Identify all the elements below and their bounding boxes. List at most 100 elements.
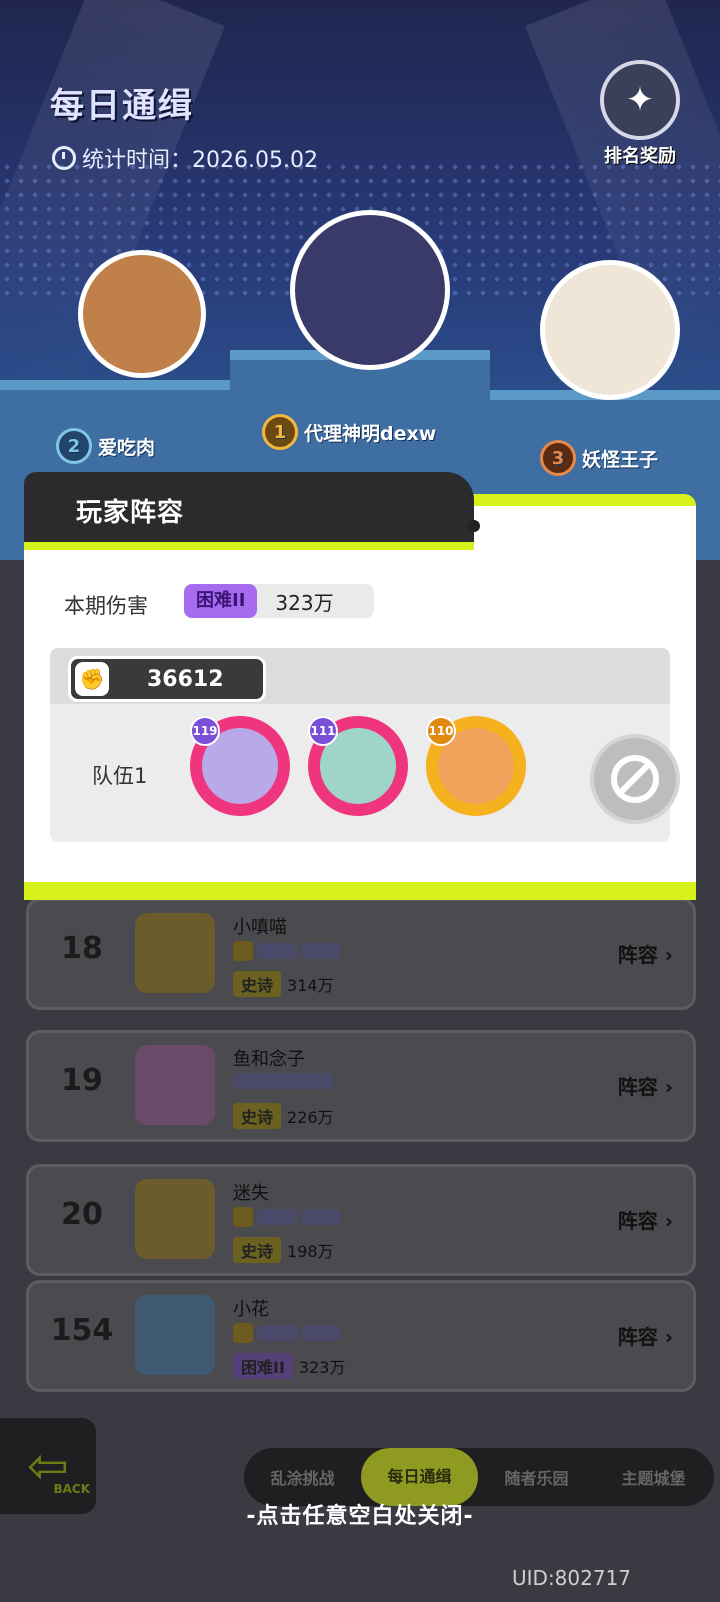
place-badge: 3: [540, 440, 576, 476]
player-avatar-second[interactable]: [78, 250, 206, 378]
tag-badge: [257, 1209, 297, 1225]
empty-hero-slot[interactable]: [590, 734, 680, 824]
damage-pill: 困难II 323万: [184, 584, 374, 618]
team-label: 队伍1: [92, 764, 148, 788]
hero-slot[interactable]: 119: [190, 716, 290, 816]
lineup-button[interactable]: 阵容 ›: [618, 1071, 673, 1100]
decor-dot: [468, 520, 480, 532]
fist-icon: ✊: [75, 662, 109, 696]
damage-label: 本期伤害: [64, 594, 148, 618]
damage-value: 198万: [287, 1242, 334, 1261]
tab-doodle-challenge[interactable]: 乱涂挑战: [244, 1465, 361, 1489]
modal-title: 玩家阵容: [76, 498, 185, 528]
difficulty-badge: 史诗: [233, 1237, 282, 1263]
difficulty-info: 史诗 314万: [233, 971, 334, 997]
rank-number: 19: [61, 1063, 103, 1098]
difficulty-info: 困难II 323万: [233, 1353, 345, 1379]
avatar[interactable]: [135, 913, 215, 993]
tag-badge: [233, 1073, 333, 1089]
podium-label-third: 3 妖怪王子: [540, 440, 658, 476]
chevron-right-icon: ›: [657, 1209, 673, 1233]
lineup-button[interactable]: 阵容 ›: [618, 1321, 673, 1350]
tab-paradise[interactable]: 随者乐园: [478, 1465, 595, 1489]
lineup-button[interactable]: 阵容 ›: [618, 939, 673, 968]
rank-number: 154: [50, 1313, 114, 1348]
place-badge: 2: [56, 428, 92, 464]
trophy-icon: ✦: [600, 60, 680, 140]
badge-row: [233, 1323, 341, 1343]
tag-badge: [257, 1325, 297, 1341]
chevron-right-icon: ›: [657, 1075, 673, 1099]
player-name: 鱼和念子: [233, 1049, 305, 1070]
avatar[interactable]: [135, 1045, 215, 1125]
chevron-right-icon: ›: [657, 943, 673, 967]
ranking-row-self[interactable]: 154 小花 困难II 323万 阵容 ›: [26, 1280, 696, 1392]
chevron-right-icon: ›: [657, 1325, 673, 1349]
hero-level: 111: [308, 716, 338, 746]
player-name: 妖怪王子: [582, 448, 659, 471]
badge-row: [233, 1207, 341, 1227]
rank-number: 18: [61, 931, 103, 966]
avatar[interactable]: [135, 1295, 215, 1375]
difficulty-badge: 史诗: [233, 971, 282, 997]
rank-reward-button[interactable]: ✦ 排名奖励: [592, 60, 688, 168]
trophy-icon: [233, 1207, 253, 1227]
trophy-icon: [233, 941, 253, 961]
podium-label-first: 1 代理神明dexw: [262, 414, 436, 450]
team-panel: ✊ 36612 队伍1 119 111 110: [50, 648, 680, 842]
tag-badge: [301, 1209, 341, 1225]
hero-slot[interactable]: 110: [426, 716, 526, 816]
power-value: 36612: [147, 666, 224, 692]
clock-icon: [52, 146, 76, 170]
player-avatar-first[interactable]: [290, 210, 450, 370]
close-hint[interactable]: -点击任意空白处关闭-: [0, 1498, 720, 1530]
power-badge: ✊ 36612: [68, 656, 266, 702]
damage-value: 226万: [287, 1108, 334, 1127]
badge-row: [233, 1073, 333, 1089]
difficulty-badge: 困难II: [233, 1353, 293, 1379]
lineup-label: 阵容: [617, 1209, 658, 1233]
stat-time-label: 统计时间：2026.05.02: [82, 148, 318, 173]
tag-badge: [301, 1325, 341, 1341]
lineup-label: 阵容: [617, 1325, 658, 1349]
player-name: 小花: [233, 1299, 269, 1320]
hero-slot[interactable]: 111: [308, 716, 408, 816]
rank-number: 20: [61, 1197, 103, 1232]
back-label: BACK: [53, 1482, 90, 1496]
player-name: 爱吃肉: [98, 436, 156, 459]
ranking-row[interactable]: 19 鱼和念子 史诗 226万 阵容 ›: [26, 1030, 696, 1142]
place-badge: 1: [262, 414, 298, 450]
badge-row: [233, 941, 341, 961]
tab-theme-castle[interactable]: 主题城堡: [595, 1465, 712, 1489]
rank-reward-label: 排名奖励: [604, 146, 676, 167]
hero-level: 110: [426, 716, 456, 746]
ban-icon: [611, 755, 659, 803]
damage-value: 323万: [275, 590, 334, 615]
lineup-label: 阵容: [617, 943, 658, 967]
page-title: 每日通缉: [50, 86, 194, 126]
lineup-label: 阵容: [617, 1075, 658, 1099]
player-name: 迷失: [233, 1183, 269, 1204]
difficulty-info: 史诗 198万: [233, 1237, 334, 1263]
lineup-button[interactable]: 阵容 ›: [618, 1205, 673, 1234]
avatar[interactable]: [135, 1179, 215, 1259]
player-name: 小嗔喵: [233, 917, 287, 938]
trophy-icon: [233, 1323, 253, 1343]
damage-value: 323万: [298, 1358, 346, 1377]
difficulty-badge: 困难II: [184, 584, 258, 618]
player-lineup-modal: 玩家阵容 本期伤害 困难II 323万 ✊ 36612 队伍1 119 111 …: [24, 472, 696, 912]
ranking-row[interactable]: 20 迷失 史诗 198万 阵容 ›: [26, 1164, 696, 1276]
difficulty-info: 史诗 226万: [233, 1103, 334, 1129]
modal-header: 玩家阵容: [24, 472, 474, 550]
hero-level: 119: [190, 716, 220, 746]
tag-badge: [301, 943, 341, 959]
player-avatar-third[interactable]: [540, 260, 680, 400]
tag-badge: [257, 943, 297, 959]
stat-time: 统计时间：2026.05.02: [52, 142, 318, 174]
player-name: 代理神明dexw: [304, 422, 437, 445]
ranking-row[interactable]: 18 小嗔喵 史诗 314万 阵容 ›: [26, 898, 696, 1010]
uid-label: UID:802717: [512, 1566, 632, 1590]
difficulty-badge: 史诗: [233, 1103, 282, 1129]
podium-label-second: 2 爱吃肉: [56, 428, 155, 464]
damage-value: 314万: [287, 976, 334, 995]
